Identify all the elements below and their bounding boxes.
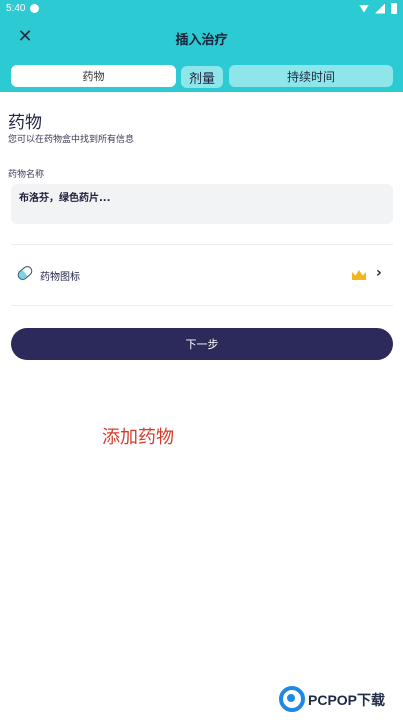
signal-icon xyxy=(375,3,385,14)
medication-icon-label: 药物图标 xyxy=(40,272,80,283)
tab-label: 剂量 xyxy=(188,71,215,87)
medication-icon-row[interactable]: 药物图标 › xyxy=(11,255,393,295)
tab-label: 持续时间 xyxy=(286,69,335,84)
caption-text: 添加药物 xyxy=(102,427,174,448)
divider xyxy=(11,244,393,245)
section-subtitle: 您可以在药物盒中找到所有信息 xyxy=(8,135,135,145)
page-title: 插入治疗 xyxy=(175,33,228,48)
pill-icon xyxy=(15,264,35,282)
medication-name-input[interactable] xyxy=(11,184,393,224)
header-bar: 5:40 ✕ 插入治疗 药物 剂量 持续时间 xyxy=(0,0,403,92)
crown-icon xyxy=(352,270,366,280)
status-time: 5:40 xyxy=(6,3,26,14)
pcpop-logo-icon xyxy=(279,686,305,712)
status-icons xyxy=(359,3,397,14)
medication-name-label: 药物名称 xyxy=(8,170,45,180)
chevron-right-icon: › xyxy=(376,265,382,281)
watermark-text: PCPOP下载 xyxy=(308,692,386,708)
wifi-icon xyxy=(359,4,369,13)
notification-icon xyxy=(30,4,39,13)
tab-label: 药物 xyxy=(82,70,105,83)
watermark: PCPOP下载 xyxy=(279,684,403,720)
next-button[interactable]: 下一步 xyxy=(11,328,393,360)
tab-medication[interactable]: 药物 xyxy=(11,65,176,87)
tab-duration[interactable]: 持续时间 xyxy=(229,65,393,87)
battery-icon xyxy=(391,3,397,14)
divider xyxy=(11,305,393,306)
tab-dosage[interactable]: 剂量 xyxy=(181,66,223,88)
section-title: 药物 xyxy=(8,113,42,133)
status-bar: 5:40 xyxy=(0,0,403,18)
